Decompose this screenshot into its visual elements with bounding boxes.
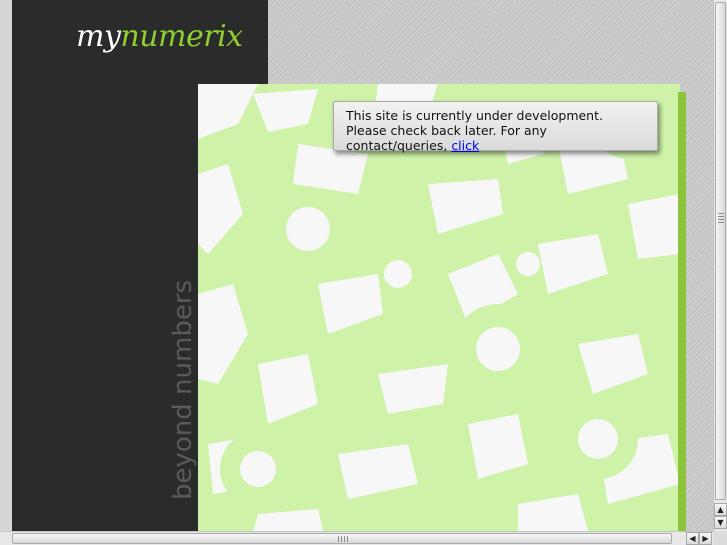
horizontal-scroll-thumb[interactable]	[12, 533, 672, 544]
vertical-scrollbar[interactable]: ▲ ▼	[713, 0, 727, 531]
scroll-right-icon[interactable]: ▶	[699, 532, 712, 545]
logo-numerix: numerix	[120, 19, 243, 54]
artwork-edge	[678, 92, 686, 531]
site-logo: mynumerix	[76, 22, 243, 52]
logo-my: my	[76, 19, 121, 54]
contact-link[interactable]: click	[451, 138, 479, 153]
development-notice: This site is currently under development…	[333, 101, 658, 153]
scroll-down-icon[interactable]: ▼	[714, 516, 727, 529]
page-viewport: mynumerix beyond numbers This site is cu…	[0, 0, 713, 531]
tagline: beyond numbers	[168, 279, 198, 500]
vertical-scroll-thumb[interactable]	[715, 2, 726, 500]
horizontal-scrollbar[interactable]: ◀ ▶	[0, 531, 713, 545]
scroll-left-icon[interactable]: ◀	[686, 532, 699, 545]
scroll-up-icon[interactable]: ▲	[714, 503, 727, 516]
scrollbar-corner	[713, 531, 727, 545]
